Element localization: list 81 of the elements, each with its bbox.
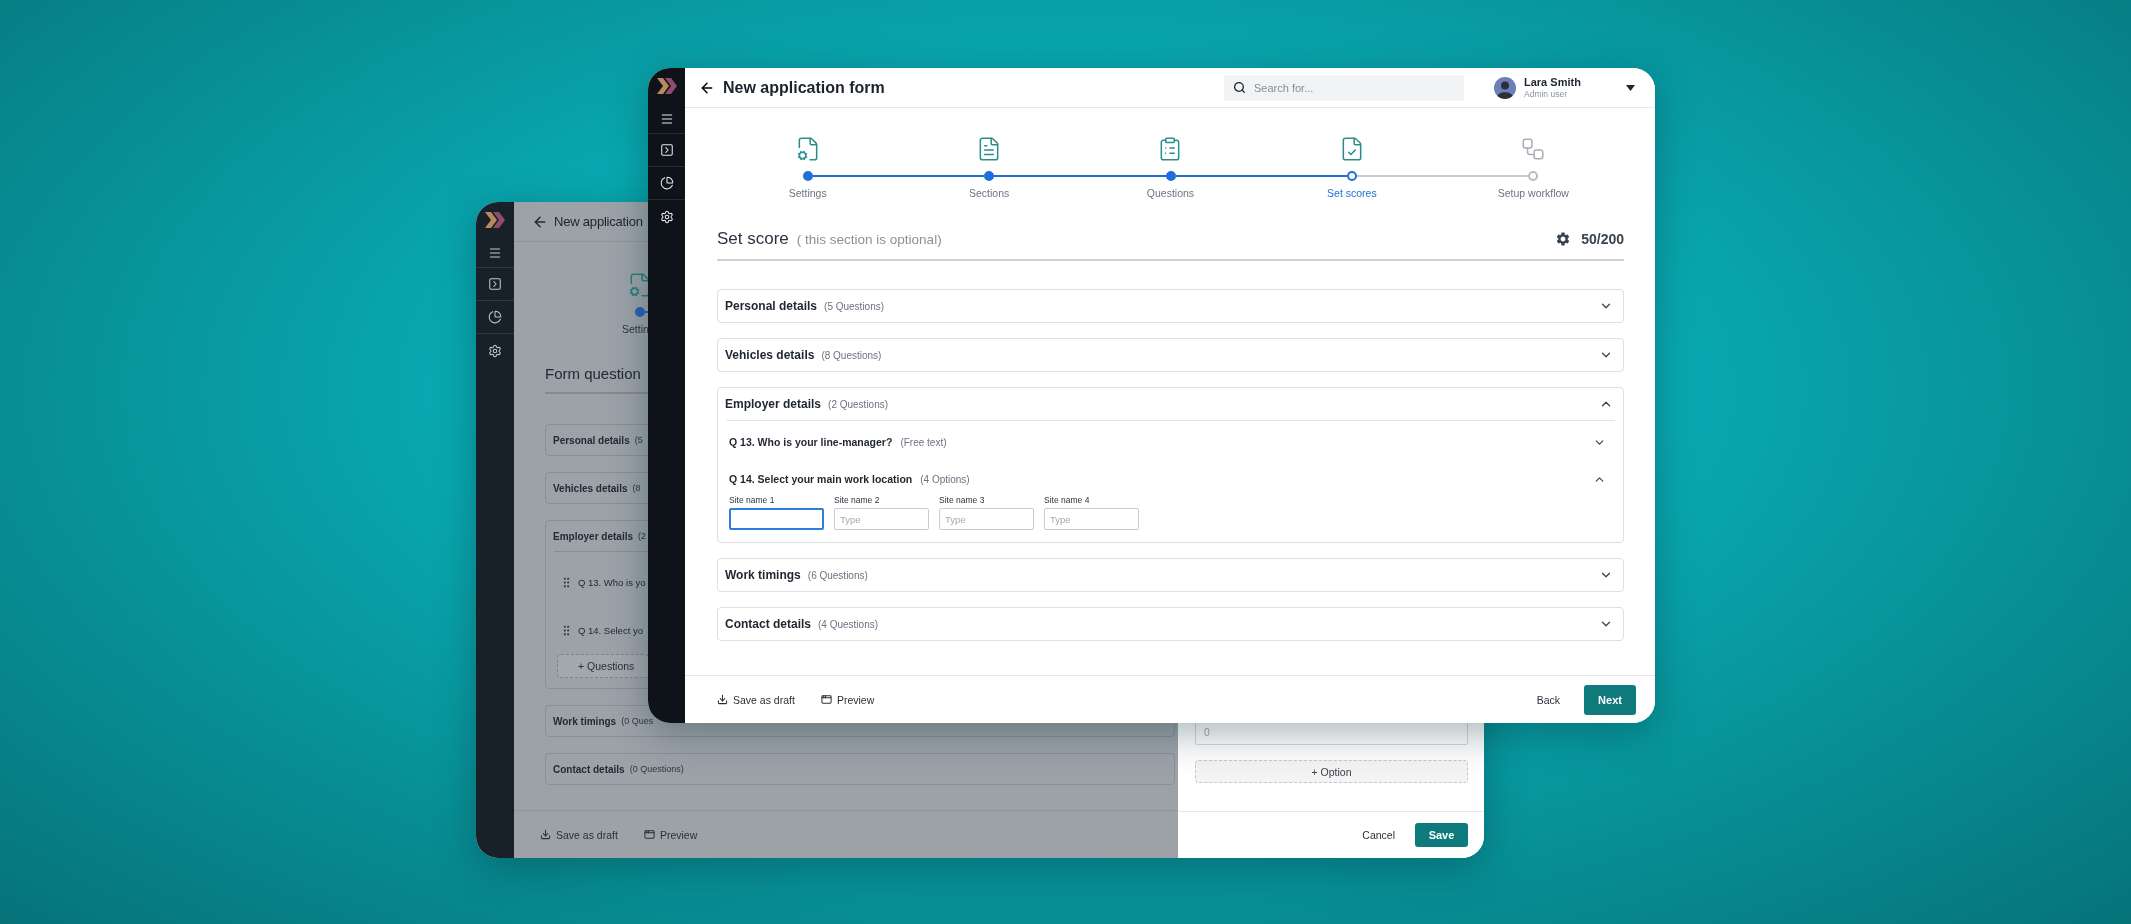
section-title[interactable]: Contact details: [553, 763, 625, 775]
section-title[interactable]: Employer details: [553, 530, 634, 542]
section-title[interactable]: Personal details: [725, 299, 818, 313]
step-label[interactable]: Setup workflow: [1497, 187, 1569, 199]
logo-icon: [656, 78, 677, 94]
question-count: (0 Questions): [629, 764, 684, 774]
step-dot[interactable]: [984, 171, 995, 181]
score-value: 50/200: [1581, 231, 1624, 247]
window-icon: [820, 694, 832, 705]
question-text[interactable]: Q 13. Who is yo: [578, 576, 646, 588]
question-text[interactable]: Q 13. Who is your line-manager?: [729, 436, 893, 448]
save-button[interactable]: Save: [1415, 823, 1468, 847]
question-count: (8 Questions): [821, 349, 882, 361]
step-label[interactable]: Sections: [968, 187, 1010, 199]
save-draft-button[interactable]: Save as draft: [715, 689, 797, 710]
question-text[interactable]: Q 14. Select yo: [578, 624, 643, 636]
download-icon: [717, 694, 728, 705]
input-field[interactable]: [729, 508, 824, 530]
menu-icon[interactable]: [488, 245, 502, 260]
add-question-button[interactable]: + Questions: [557, 654, 649, 678]
add-option-button[interactable]: + Option: [1195, 760, 1468, 783]
input-field[interactable]: Type: [939, 508, 1034, 530]
page-title: New application: [554, 214, 643, 229]
field-label: Site name 1: [729, 495, 776, 505]
section-title[interactable]: Employer details: [725, 397, 822, 411]
section-title[interactable]: Personal details: [553, 434, 630, 446]
cancel-button[interactable]: Cancel: [1360, 825, 1397, 845]
page-title: New application form: [723, 78, 885, 97]
preview-button[interactable]: Preview: [641, 824, 700, 845]
question-text[interactable]: Q 14. Select your main work location: [729, 473, 913, 485]
avatar-icon: [1494, 76, 1516, 99]
question-count: (0 Ques: [621, 716, 654, 726]
section-heading: Form question: [545, 365, 641, 382]
search-field[interactable]: Search for...: [1224, 74, 1464, 101]
input-field[interactable]: Type: [1044, 508, 1139, 530]
question-count: (6 Questions): [807, 569, 868, 581]
input-field[interactable]: Type: [834, 508, 929, 530]
field-label: Site name 4: [1044, 495, 1091, 505]
pie-chart-icon[interactable]: [488, 310, 502, 324]
section-title[interactable]: Work timings: [553, 715, 617, 727]
step-label[interactable]: Settin: [545, 323, 649, 335]
step-label[interactable]: Questions: [1146, 187, 1195, 199]
settings-icon[interactable]: [488, 343, 502, 358]
step-dot[interactable]: [1346, 171, 1357, 181]
section-heading: Set score: [717, 229, 789, 249]
optional-note: ( this section is optional): [796, 231, 942, 247]
user-name: Lara Smith: [1524, 76, 1582, 88]
bracket-square-icon[interactable]: [488, 277, 502, 291]
question-count: (8: [632, 483, 641, 493]
save-draft-button[interactable]: Save as draft: [538, 824, 620, 845]
question-count: (2: [638, 531, 647, 541]
section-title[interactable]: Contact details: [725, 617, 811, 631]
caret-icon[interactable]: [1626, 84, 1635, 91]
section-title[interactable]: Vehicles details: [553, 482, 628, 494]
section-title[interactable]: Work timings: [725, 568, 801, 582]
settings-icon[interactable]: [1555, 231, 1572, 247]
back-button[interactable]: Back: [1534, 689, 1562, 710]
download-icon: [540, 829, 551, 840]
step-dot[interactable]: [802, 171, 813, 181]
question-count: (5: [634, 435, 643, 445]
question-count: (2 Questions): [828, 398, 889, 410]
window-icon: [643, 829, 655, 840]
next-button[interactable]: Next: [1584, 684, 1636, 715]
field-label: Site name 2: [834, 495, 881, 505]
user-role: Admin user: [1524, 89, 1568, 99]
step-label[interactable]: Settings: [788, 187, 827, 199]
question-count: (5 Questions): [824, 300, 885, 312]
logo-icon: [485, 212, 505, 228]
field-label: Site name 3: [939, 495, 986, 505]
menu-icon[interactable]: [659, 111, 674, 126]
search-icon: [1233, 80, 1246, 94]
step-label[interactable]: Set scores: [1327, 187, 1377, 199]
workflow-icon: [1520, 136, 1547, 162]
step-dot[interactable]: [1165, 171, 1176, 181]
question-count: (4 Questions): [818, 618, 879, 630]
step-dot[interactable]: [635, 307, 645, 317]
preview-button[interactable]: Preview: [818, 689, 877, 710]
question-type: (4 Options): [920, 473, 970, 485]
question-type: (Free text): [900, 436, 947, 448]
step-dot[interactable]: [1528, 171, 1539, 181]
section-title[interactable]: Vehicles details: [725, 348, 815, 362]
